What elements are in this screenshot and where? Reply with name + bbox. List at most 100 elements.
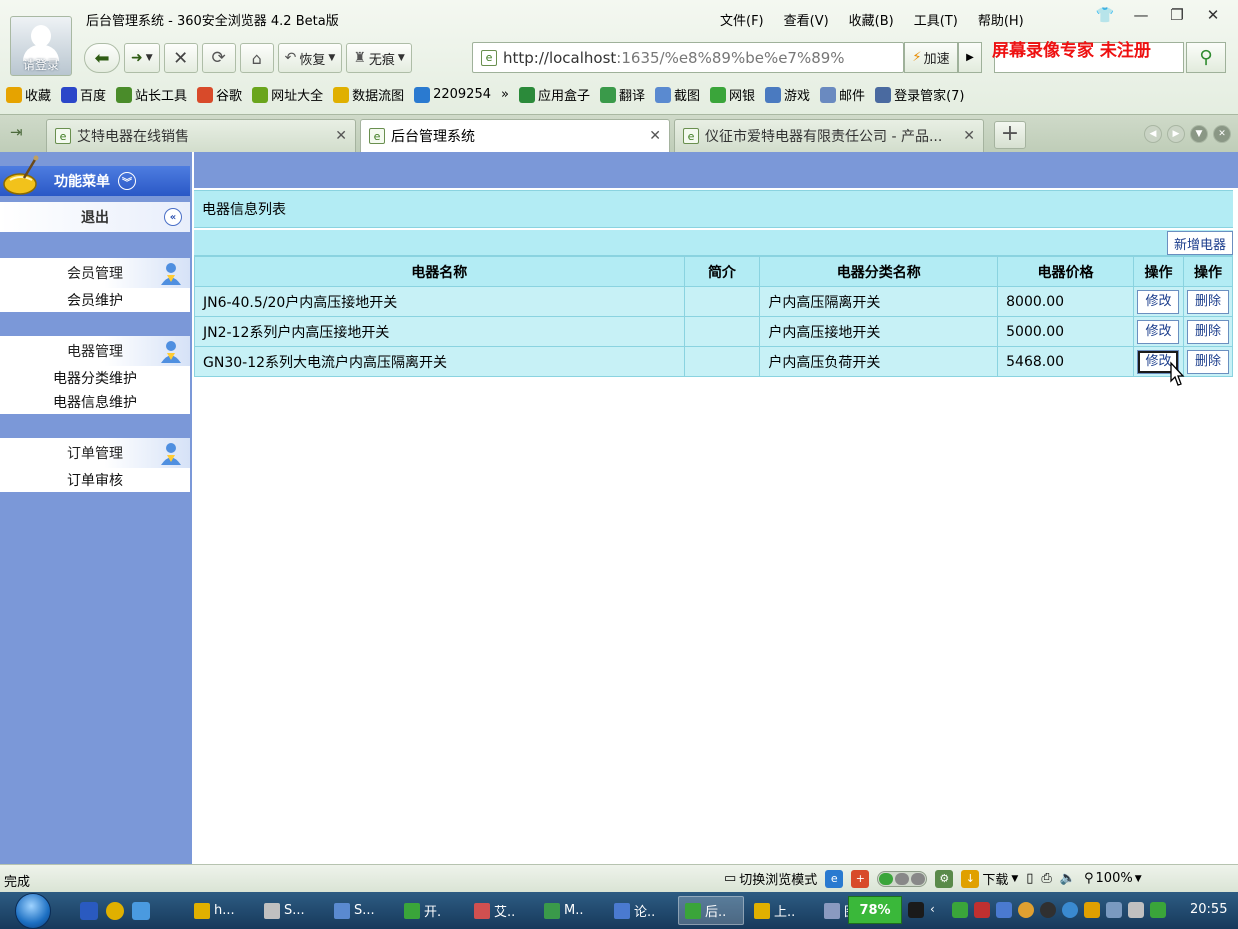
order-review-link[interactable]: 订单审核: [0, 468, 190, 492]
appliance-management-header[interactable]: 电器管理: [0, 336, 190, 366]
zoom-control[interactable]: ⚲ 100% ▼: [1084, 871, 1142, 886]
member-maintenance-link[interactable]: 会员维护: [0, 288, 190, 312]
display-icon[interactable]: [1106, 902, 1122, 918]
bookmark-item[interactable]: 游戏: [765, 85, 810, 104]
bookmark-item[interactable]: 数据流图: [333, 85, 404, 104]
exit-button[interactable]: 退出 «: [0, 202, 190, 232]
taskbar-task[interactable]: M..: [538, 896, 604, 925]
delete-button[interactable]: 删除: [1186, 289, 1229, 314]
menu-favorites[interactable]: 收藏(B): [849, 10, 894, 29]
refresh-button[interactable]: ⟳: [201, 43, 236, 73]
add-appliance-button[interactable]: 新增电器: [1166, 231, 1233, 255]
menu-tools[interactable]: 工具(T): [914, 10, 958, 29]
close-all-icon[interactable]: ✕: [1213, 125, 1231, 143]
restore-button[interactable]: ↶ 恢复 ▼: [277, 43, 343, 73]
appliance-category-maintenance-link[interactable]: 电器分类维护: [0, 366, 190, 390]
home-button[interactable]: ⌂: [239, 43, 274, 73]
taskbar-task[interactable]: 上..: [748, 896, 814, 925]
accelerate-button[interactable]: ⚡ 加速: [904, 42, 958, 73]
bookmark-item[interactable]: 网址大全: [252, 85, 323, 104]
qq-icon[interactable]: [1018, 902, 1034, 918]
print-icon[interactable]: ⎙: [1041, 871, 1051, 886]
search-button[interactable]: ⚲: [1186, 42, 1226, 73]
sidebar-toggle-icon[interactable]: ⇥: [10, 123, 23, 141]
ie-engine-icon[interactable]: e: [825, 869, 844, 888]
bookmark-item[interactable]: 应用盒子: [518, 85, 590, 104]
order-management-header[interactable]: 订单管理: [0, 438, 190, 468]
address-bar[interactable]: e http://localhost:1635/%e8%89%be%e7%89%: [472, 42, 904, 73]
bookmark-item[interactable]: 站长工具: [116, 85, 187, 104]
menu-file[interactable]: 文件(F): [720, 10, 764, 29]
toggle-switch-icon[interactable]: [877, 870, 928, 887]
taskbar-task[interactable]: 开.: [398, 896, 464, 925]
user-avatar[interactable]: 请登录: [10, 16, 72, 76]
edit-button[interactable]: 修改: [1137, 319, 1180, 344]
security-icon[interactable]: +: [851, 869, 870, 888]
taskbar-task[interactable]: 艾..: [468, 896, 534, 925]
bookmark-item[interactable]: 登录管家(7): [875, 85, 964, 104]
qq-icon[interactable]: [1040, 902, 1056, 918]
stop-button[interactable]: ✕: [163, 43, 198, 73]
launcher-plus-icon[interactable]: [106, 902, 124, 920]
download-button[interactable]: ↓ 下载 ▼: [961, 869, 1018, 888]
volume-tray-icon[interactable]: [1128, 902, 1144, 918]
tab-list-icon[interactable]: ▼: [1190, 125, 1208, 143]
tab-aite-online-sales[interactable]: e 艾特电器在线销售 ✕: [46, 119, 356, 152]
close-tab-icon[interactable]: ✕: [335, 128, 347, 144]
network-icon[interactable]: [952, 902, 968, 918]
globe-tray-icon[interactable]: [1062, 902, 1078, 918]
bookmark-item[interactable]: 收藏: [6, 85, 51, 104]
bookmark-overflow[interactable]: »: [501, 87, 509, 102]
maximize-icon[interactable]: ❐: [1166, 6, 1188, 24]
tab-scroll-right-icon[interactable]: ▶: [1167, 125, 1185, 143]
bookmark-item[interactable]: 截图: [655, 85, 700, 104]
back-button[interactable]: ⬅: [84, 43, 120, 73]
shield-icon[interactable]: [1150, 902, 1166, 918]
tray-expand-icon[interactable]: ‹: [930, 902, 946, 918]
taskbar-task[interactable]: 图: [818, 896, 848, 925]
delete-button[interactable]: 删除: [1186, 349, 1229, 374]
minimize-icon[interactable]: —: [1130, 6, 1152, 24]
taskbar-task[interactable]: S...: [328, 896, 394, 925]
volume-icon[interactable]: 🔈: [1060, 871, 1076, 886]
bookmark-item[interactable]: 2209254: [414, 86, 491, 103]
edit-button[interactable]: 修改: [1137, 289, 1180, 314]
notrace-button[interactable]: ♜ 无痕 ▼: [346, 43, 412, 73]
language-flag-icon[interactable]: [80, 902, 98, 920]
skin-shirt-icon[interactable]: 👕: [1094, 6, 1116, 24]
member-management-header[interactable]: 会员管理: [0, 258, 190, 288]
close-window-icon[interactable]: ✕: [1202, 6, 1224, 24]
app-tray-icon[interactable]: [974, 902, 990, 918]
menu-view[interactable]: 查看(V): [784, 10, 829, 29]
taskbar-task[interactable]: S...: [258, 896, 324, 925]
bookmark-item[interactable]: 谷歌: [197, 85, 242, 104]
close-tab-icon[interactable]: ✕: [649, 128, 661, 144]
appliance-info-maintenance-link[interactable]: 电器信息维护: [0, 390, 190, 414]
tab-company-products[interactable]: e 仪征市爱特电器有限责任公司 - 产品... ✕: [674, 119, 984, 152]
bookmark-item[interactable]: 百度: [61, 85, 106, 104]
taskbar-task[interactable]: h...: [188, 896, 254, 925]
tools-icon[interactable]: ⚙: [935, 869, 954, 888]
power-plug-icon[interactable]: [908, 902, 924, 918]
taskbar-task[interactable]: 论..: [608, 896, 674, 925]
app-tray-icon[interactable]: [996, 902, 1012, 918]
collapse-down-icon[interactable]: ︾: [118, 172, 136, 190]
tab-scroll-left-icon[interactable]: ◀: [1144, 125, 1162, 143]
ie-quick-icon[interactable]: [132, 902, 150, 920]
collapse-left-icon[interactable]: «: [164, 208, 182, 226]
browse-mode-switch[interactable]: ▭ 切换浏览模式: [724, 869, 817, 888]
bookmark-item[interactable]: 邮件: [820, 85, 865, 104]
new-tab-button[interactable]: +: [994, 121, 1026, 149]
delete-button[interactable]: 删除: [1186, 319, 1229, 344]
bookmark-item[interactable]: 翻译: [599, 85, 645, 104]
go-arrow-button[interactable]: ▶: [958, 42, 982, 73]
clipboard-icon[interactable]: ▯: [1026, 871, 1033, 886]
bookmark-item[interactable]: 网银: [710, 85, 755, 104]
start-button[interactable]: [10, 892, 56, 929]
signal-icon[interactable]: [1084, 902, 1100, 918]
forward-button[interactable]: ➜ ▼: [124, 43, 160, 73]
close-tab-icon[interactable]: ✕: [963, 128, 975, 144]
tab-admin-system[interactable]: e 后台管理系统 ✕: [360, 119, 670, 152]
battery-indicator[interactable]: 78%: [848, 896, 902, 924]
menu-help[interactable]: 帮助(H): [978, 10, 1024, 29]
